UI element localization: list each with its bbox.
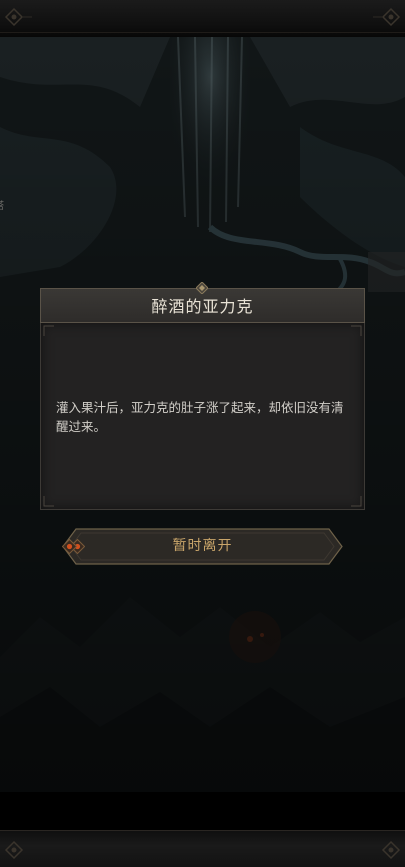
frame-ornament-icon [381, 840, 401, 860]
event-dialog: 醉酒的亚力克 灌入果汁后，亚力克的肚子涨了起来，却依旧没有清醒过来。 [40, 282, 365, 510]
dialog-body: 灌入果汁后，亚力克的肚子涨了起来，却依旧没有清醒过来。 [40, 323, 365, 510]
bottom-dark-strip [0, 792, 405, 830]
dialog-text: 灌入果汁后，亚力克的肚子涨了起来，却依旧没有清醒过来。 [56, 400, 344, 434]
frame-ornament-icon [373, 7, 401, 27]
game-screen: 塔 醉酒的亚力克 灌入果汁后，亚力克的肚子涨了起来，却依旧没有清醒过来。 [0, 0, 405, 867]
frame-ornament-icon [4, 840, 24, 860]
top-frame-bar [0, 0, 405, 38]
bottom-frame-bar [0, 830, 405, 867]
dialog-title: 醉酒的亚力克 [151, 297, 254, 316]
leave-button[interactable]: 暂时离开 [62, 528, 343, 565]
diamond-ornament-icon [196, 282, 208, 294]
corner-ornament-icon [351, 325, 362, 336]
corner-ornament-icon [43, 325, 54, 336]
leave-button-label: 暂时离开 [172, 538, 233, 554]
corner-ornament-icon [43, 496, 54, 507]
top-frame-line [0, 32, 405, 33]
frame-ornament-icon [4, 7, 32, 27]
corner-ornament-icon [351, 496, 362, 507]
map-side-label: 塔 [0, 197, 4, 212]
